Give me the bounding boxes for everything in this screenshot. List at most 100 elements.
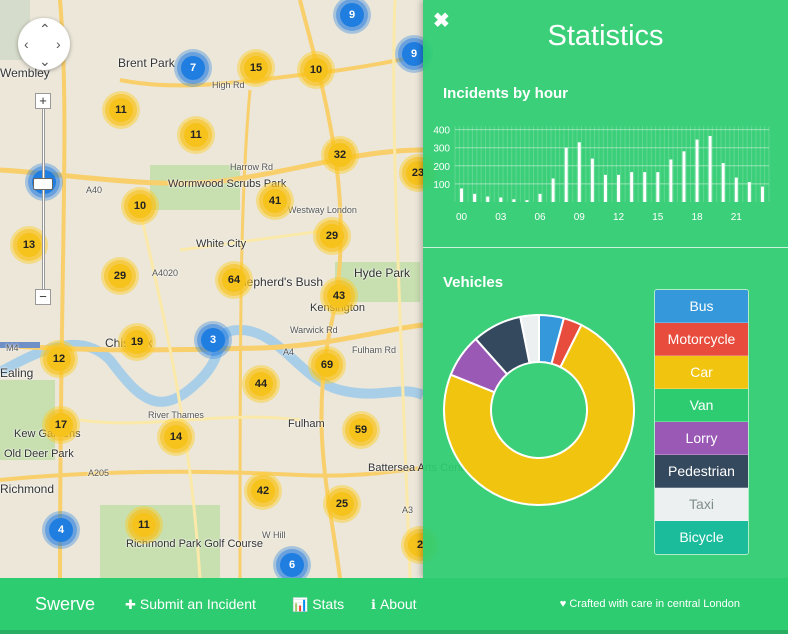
cluster-count: 15 (244, 56, 268, 80)
hour-bar (643, 172, 647, 202)
incident-cluster-marker[interactable]: 29 (313, 217, 351, 255)
legend-item-motorcycle[interactable]: Motorcycle (655, 323, 748, 356)
cluster-count: 19 (125, 330, 149, 354)
map-place-label: Richmond (0, 482, 55, 496)
y-tick-label: 300 (433, 144, 450, 155)
incident-cluster-marker[interactable]: 44 (242, 365, 280, 403)
credit-label: Crafted with care in central London (569, 598, 740, 610)
cluster-count: 29 (108, 264, 132, 288)
heart-icon: ♥ (559, 598, 567, 610)
x-tick-label: 03 (495, 212, 507, 223)
zoom-slider-track[interactable] (42, 100, 45, 300)
vehicles-donut-chart (443, 313, 635, 506)
incident-cluster-marker[interactable]: 25 (323, 485, 361, 523)
legend-item-car[interactable]: Car (655, 356, 748, 389)
submit-incident-label: Submit an Incident (139, 596, 256, 612)
incident-cluster-marker[interactable]: 29 (101, 257, 139, 295)
cluster-count: 6 (280, 553, 304, 577)
cluster-count: 44 (249, 372, 273, 396)
pan-right-icon[interactable]: › (56, 37, 61, 51)
hour-bar (708, 135, 712, 202)
zoom-slider-handle[interactable] (33, 178, 53, 190)
pan-left-icon[interactable]: ‹ (24, 37, 29, 51)
map-place-label: Ealing (0, 366, 34, 380)
incident-cluster-marker[interactable]: 32 (321, 136, 359, 174)
incident-cluster-marker[interactable]: 7 (174, 49, 212, 87)
pan-control[interactable]: ⌃ ⌄ ‹ › (18, 18, 70, 70)
x-tick-label: 21 (731, 212, 743, 223)
hour-bar (473, 193, 477, 202)
map-place-label: Fulham Rd (352, 345, 397, 355)
incident-cluster-marker[interactable]: 43 (320, 277, 358, 315)
hour-bar (721, 163, 725, 202)
y-tick-label: 400 (433, 126, 450, 137)
zoom-out-button[interactable]: − (35, 289, 51, 305)
about-link[interactable]: ℹ About (371, 596, 417, 613)
incident-cluster-marker[interactable]: 4 (42, 511, 80, 549)
about-label: About (379, 596, 417, 612)
map-place-label: W Hill (262, 530, 286, 540)
incident-cluster-marker[interactable]: 10 (121, 187, 159, 225)
incident-cluster-marker[interactable]: 19 (118, 323, 156, 361)
cluster-count: 4 (49, 518, 73, 542)
incident-cluster-marker[interactable]: 42 (244, 472, 282, 510)
vehicles-section-title: Vehicles (443, 274, 504, 291)
hour-bar (760, 186, 764, 202)
legend-item-lorry[interactable]: Lorry (655, 422, 748, 455)
map-place-label: A40 (86, 185, 103, 195)
submit-incident-link[interactable]: ✚ Submit an Incident (125, 596, 256, 613)
hour-bar (551, 178, 555, 202)
incident-cluster-marker[interactable]: 15 (237, 49, 275, 87)
incident-cluster-marker[interactable]: 11 (125, 506, 163, 544)
incident-cluster-marker[interactable]: 11 (102, 91, 140, 129)
stats-link[interactable]: 📊 Stats (292, 596, 344, 613)
incident-cluster-marker[interactable]: 3 (194, 321, 232, 359)
footer-navbar: Swerve ✚ Submit an Incident 📊 Stats ℹ About… (0, 578, 788, 634)
hour-bar (695, 139, 699, 202)
incident-cluster-marker[interactable]: 59 (342, 411, 380, 449)
map-place-label: High Rd (212, 80, 245, 90)
incident-cluster-marker[interactable]: 10 (297, 51, 335, 89)
incident-cluster-marker[interactable]: 17 (42, 406, 80, 444)
y-tick-label: 100 (433, 180, 450, 191)
incidents-by-hour-chart: 100 200 300 400 00 03 06 09 12 15 18 21 (433, 126, 770, 223)
map-place-label: Westway London (288, 205, 357, 215)
brand-link[interactable]: Swerve (35, 594, 95, 615)
incident-cluster-marker[interactable]: 11 (177, 116, 215, 154)
pan-up-icon[interactable]: ⌃ (39, 22, 51, 36)
cluster-count: 42 (251, 479, 275, 503)
stats-label: Stats (312, 596, 345, 612)
cluster-count: 41 (263, 189, 287, 213)
incident-cluster-marker[interactable]: 64 (215, 261, 253, 299)
incident-cluster-marker[interactable]: 14 (157, 418, 195, 456)
incident-cluster-marker[interactable]: 41 (256, 182, 294, 220)
incident-cluster-marker[interactable]: 12 (40, 340, 78, 378)
cluster-count: 10 (304, 58, 328, 82)
pan-down-icon[interactable]: ⌄ (39, 54, 51, 68)
legend-item-pedestrian[interactable]: Pedestrian (655, 455, 748, 488)
map-place-label: Warwick Rd (290, 325, 338, 335)
incident-cluster-marker[interactable]: 69 (308, 346, 346, 384)
map-place-label: A3 (402, 505, 414, 515)
legend-item-bicycle[interactable]: Bicycle (655, 521, 748, 554)
hour-bar (460, 188, 464, 202)
legend-item-taxi[interactable]: Taxi (655, 488, 748, 521)
incident-cluster-marker[interactable]: 6 (273, 546, 311, 578)
divider (423, 247, 788, 248)
hour-bar (630, 172, 634, 202)
hour-bar (682, 151, 686, 202)
x-tick-label: 09 (574, 212, 586, 223)
statistics-panel: ✖ Statistics Incidents by hour 100 200 300… (423, 0, 788, 578)
legend-item-bus[interactable]: Bus (655, 290, 748, 323)
hour-bar (564, 147, 568, 202)
legend-item-van[interactable]: Van (655, 389, 748, 422)
hour-bar (577, 142, 581, 202)
hour-bar (512, 199, 516, 202)
vehicles-legend: Bus Motorcycle Car Van Lorry Pedestrian Taxi Bi… (654, 289, 749, 555)
map-place-label: Brent Park (118, 56, 175, 70)
cluster-count: 3 (201, 328, 225, 352)
map-place-label: M4 (6, 343, 19, 353)
hour-bar (617, 174, 621, 202)
zoom-in-button[interactable]: + (35, 93, 51, 109)
cluster-count: 69 (315, 353, 339, 377)
